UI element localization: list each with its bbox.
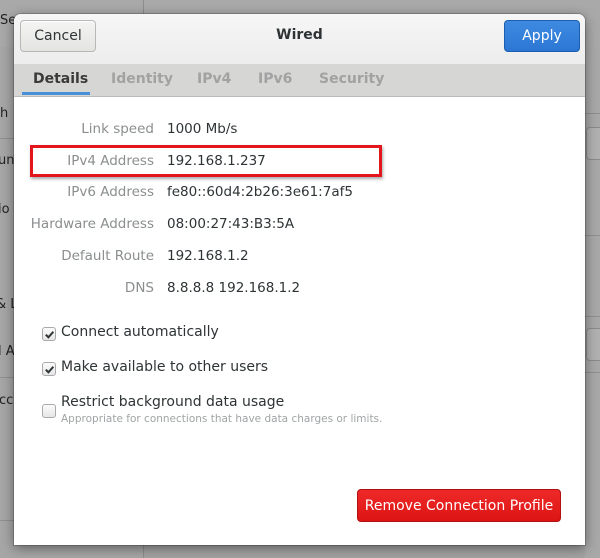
details-panel: Link speed 1000 Mb/s IPv4 Address 192.16… (14, 97, 585, 545)
make-available-checkbox[interactable] (42, 362, 56, 376)
background-sidebar-item: h (0, 106, 9, 121)
hardware-address-value: 08:00:27:43:B3:5A (167, 216, 295, 232)
default-route-value: 192.168.1.2 (167, 248, 249, 264)
restrict-background-data-label[interactable]: Restrict background data usage (61, 394, 284, 410)
default-route-label: Default Route (61, 248, 154, 264)
wired-connection-dialog: Cancel Wired Apply Details Identity IPv4… (14, 14, 585, 545)
background-sidebar-item: un (0, 153, 15, 168)
link-speed-value: 1000 Mb/s (167, 121, 238, 137)
hardware-address-label: Hardware Address (30, 216, 154, 232)
background-right-panel (585, 47, 600, 558)
active-tab-indicator (22, 92, 90, 95)
tab-ipv4[interactable]: IPv4 (197, 64, 231, 96)
connect-automatically-label[interactable]: Connect automatically (61, 324, 219, 340)
background-sidebar-item: cc (0, 393, 14, 408)
restrict-background-data-description: Appropriate for connections that have da… (61, 413, 383, 425)
tab-bar: Details Identity IPv4 IPv6 Security (14, 64, 585, 97)
background-button (586, 127, 600, 160)
background-separator (585, 113, 600, 114)
restrict-background-data-checkbox[interactable] (42, 404, 56, 418)
apply-button[interactable]: Apply (504, 20, 580, 52)
tab-identity[interactable]: Identity (111, 64, 173, 96)
tab-ipv6[interactable]: IPv6 (258, 64, 292, 96)
background-button (586, 328, 600, 361)
background-separator (585, 235, 600, 236)
ipv6-address-value: fe80::60d4:2b26:3e61:7af5 (167, 184, 353, 200)
background-separator (0, 138, 14, 139)
link-speed-label: Link speed (81, 121, 154, 137)
ipv4-address-value: 192.168.1.237 (167, 153, 266, 169)
dns-value: 8.8.8.8 192.168.1.2 (167, 280, 301, 296)
make-available-label[interactable]: Make available to other users (61, 359, 268, 375)
tab-security[interactable]: Security (319, 64, 384, 96)
background-sidebar-item: l A (0, 344, 15, 359)
background-sidebar-item: io (0, 202, 10, 217)
background-separator (0, 377, 14, 378)
background-separator (585, 372, 600, 373)
dns-label: DNS (124, 280, 154, 296)
background-separator (585, 316, 600, 317)
dialog-headerbar: Cancel Wired Apply (14, 14, 585, 65)
checkmark-icon (44, 330, 54, 339)
checkmark-icon (44, 365, 54, 374)
ipv6-address-label: IPv6 Address (67, 184, 154, 200)
remove-connection-profile-button[interactable]: Remove Connection Profile (357, 489, 561, 522)
ipv4-address-label: IPv4 Address (67, 153, 154, 169)
dialog-title: Wired (276, 27, 323, 43)
connect-automatically-checkbox[interactable] (42, 327, 56, 341)
